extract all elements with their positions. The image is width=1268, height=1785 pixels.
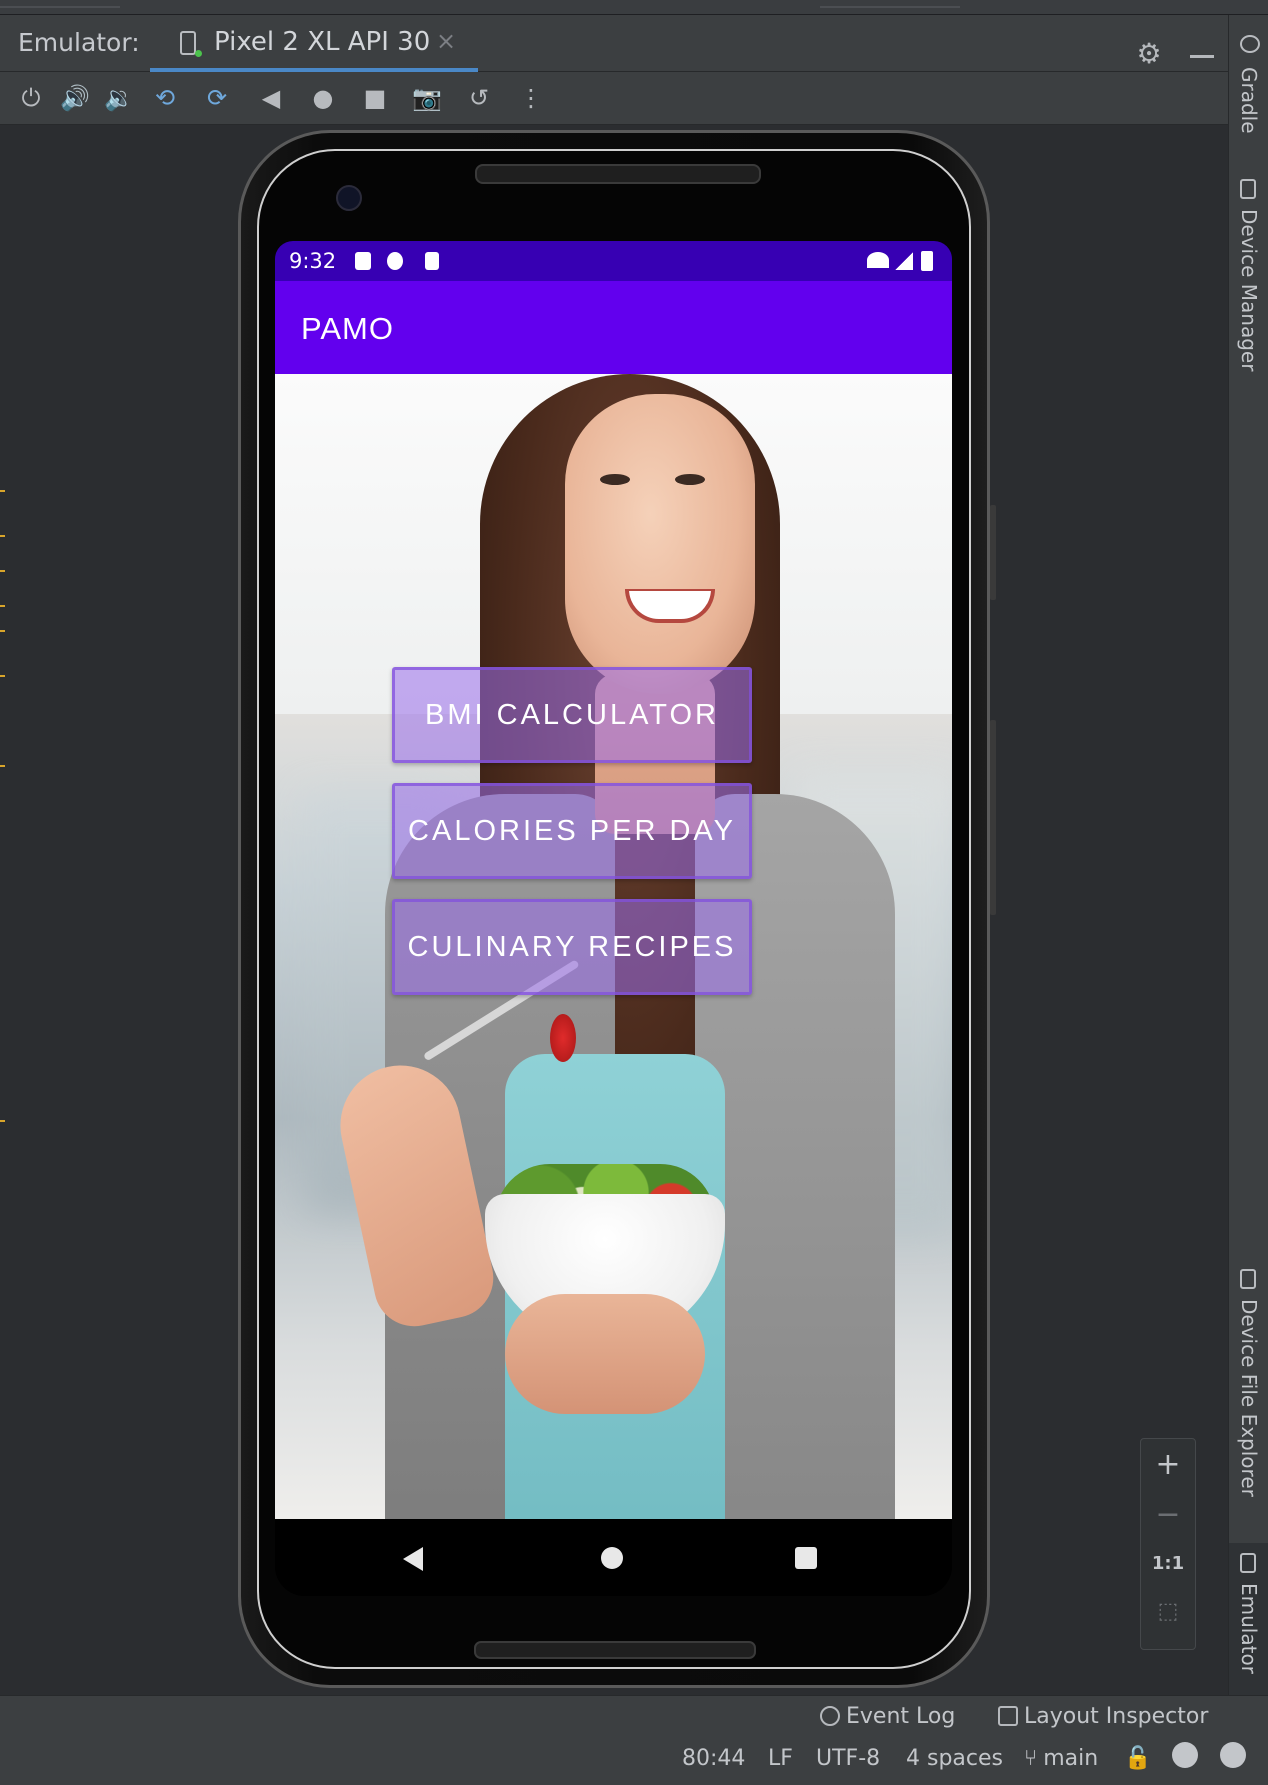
emulator-icon bbox=[1240, 1553, 1256, 1573]
more-icon[interactable]: ⋮ bbox=[516, 84, 546, 112]
git-branch[interactable]: ⑂ main bbox=[1024, 1746, 1098, 1771]
photo-tomato bbox=[550, 1014, 576, 1062]
rotate-right-icon[interactable]: ⟳ bbox=[202, 84, 232, 112]
power-icon[interactable]: ⏻ bbox=[16, 84, 46, 112]
layout-inspector-button[interactable]: Layout Inspector bbox=[998, 1704, 1208, 1729]
gutter-marker bbox=[0, 490, 5, 492]
close-tab-icon[interactable]: × bbox=[436, 27, 456, 55]
overview-icon[interactable]: ■ bbox=[360, 84, 390, 112]
volume-up-icon[interactable]: 🔊 bbox=[60, 84, 90, 112]
device-manager-tab[interactable]: Device Manager bbox=[1229, 175, 1268, 395]
nav-home-icon[interactable] bbox=[601, 1547, 623, 1569]
feedback-happy-icon[interactable] bbox=[1172, 1742, 1198, 1768]
editor-tab-fragment[interactable] bbox=[0, 0, 120, 8]
device-manager-label: Device Manager bbox=[1237, 209, 1261, 372]
gradle-tab-label: Gradle bbox=[1237, 67, 1261, 134]
zoom-controls: + − 1:1 ⬚ bbox=[1140, 1438, 1196, 1650]
emulator-toolbar: ⏻ 🔊 🔉 ⟲ ⟳ ◀ ● ■ 📷 ↺ ⋮ bbox=[0, 72, 1228, 125]
android-status-bar: 9:32 bbox=[275, 241, 952, 281]
emulator-panel-label: Emulator: bbox=[18, 28, 140, 57]
snapshot-icon[interactable]: ↺ bbox=[464, 84, 494, 112]
gutter-marker bbox=[0, 535, 5, 537]
git-branch-label: main bbox=[1043, 1746, 1099, 1771]
android-nav-bar bbox=[275, 1519, 952, 1596]
front-camera bbox=[336, 185, 362, 211]
photo-face bbox=[565, 394, 755, 694]
window-top-strip bbox=[0, 0, 1268, 15]
file-explorer-icon bbox=[1240, 1269, 1256, 1289]
branch-icon: ⑂ bbox=[1024, 1746, 1038, 1771]
battery-icon bbox=[921, 251, 933, 271]
layout-inspector-label: Layout Inspector bbox=[1024, 1704, 1209, 1729]
sd-card-icon bbox=[425, 252, 439, 270]
layout-inspector-icon bbox=[998, 1706, 1018, 1726]
gutter-marker bbox=[0, 605, 5, 607]
emulator-tab-bar: Emulator: Pixel 2 XL API 30 × ⚙ bbox=[0, 15, 1228, 72]
device-file-explorer-label: Device File Explorer bbox=[1237, 1299, 1261, 1497]
editor-tab-fragment[interactable] bbox=[820, 0, 960, 8]
volume-down-icon[interactable]: 🔉 bbox=[104, 84, 134, 112]
gutter-marker bbox=[0, 675, 5, 677]
photo-eye bbox=[675, 474, 705, 485]
feedback-sad-icon[interactable] bbox=[1220, 1742, 1246, 1768]
app-bar: PAMO bbox=[275, 281, 952, 374]
home-icon[interactable]: ● bbox=[308, 84, 338, 112]
bottom-speaker bbox=[474, 1641, 756, 1659]
zoom-fit-icon[interactable]: ⬚ bbox=[1141, 1599, 1195, 1624]
ide-status-bar: Event Log Layout Inspector 80:44 LF UTF-… bbox=[0, 1695, 1268, 1785]
gradle-tab[interactable]: Gradle bbox=[1229, 35, 1268, 145]
line-separator[interactable]: LF bbox=[768, 1746, 793, 1771]
gutter-marker bbox=[0, 630, 5, 632]
gradle-icon bbox=[1240, 35, 1260, 53]
culinary-recipes-button[interactable]: CULINARY RECIPES bbox=[392, 899, 752, 995]
emulator-tab-label: Emulator bbox=[1237, 1583, 1261, 1674]
calories-per-day-button[interactable]: CALORIES PER DAY bbox=[392, 783, 752, 879]
notification-p-icon bbox=[387, 252, 403, 270]
nav-back-icon[interactable] bbox=[403, 1547, 423, 1571]
emulator-tab[interactable]: Emulator bbox=[1229, 1543, 1268, 1703]
zoom-actual-size-button[interactable]: 1:1 bbox=[1141, 1553, 1195, 1574]
zoom-in-button[interactable]: + bbox=[1141, 1447, 1195, 1482]
event-log-label: Event Log bbox=[846, 1704, 956, 1729]
minimize-icon[interactable] bbox=[1190, 55, 1214, 58]
device-file-explorer-tab[interactable]: Device File Explorer bbox=[1229, 1265, 1268, 1515]
cell-signal-icon bbox=[895, 252, 913, 270]
app-title: PAMO bbox=[301, 311, 394, 346]
camera-icon[interactable]: 📷 bbox=[412, 84, 442, 112]
device-running-icon bbox=[180, 31, 202, 57]
right-tool-bar: Gradle Device Manager Device File Explor… bbox=[1228, 15, 1268, 1703]
gutter-marker bbox=[0, 765, 5, 767]
nav-recents-icon[interactable] bbox=[795, 1547, 817, 1569]
gear-icon[interactable]: ⚙ bbox=[1136, 40, 1162, 68]
gutter-marker bbox=[0, 570, 5, 572]
lock-icon[interactable]: 🔓 bbox=[1124, 1746, 1151, 1771]
status-time: 9:32 bbox=[289, 249, 337, 273]
photo-hand-holding-bowl bbox=[505, 1294, 705, 1414]
device-tab-title: Pixel 2 XL API 30 bbox=[214, 27, 431, 57]
event-log-button[interactable]: Event Log bbox=[820, 1704, 955, 1729]
gutter-marker bbox=[0, 1120, 5, 1122]
device-manager-icon bbox=[1240, 179, 1256, 199]
notification-a-icon bbox=[355, 252, 371, 270]
wifi-icon bbox=[867, 252, 889, 268]
zoom-out-button[interactable]: − bbox=[1141, 1497, 1195, 1532]
indent-setting[interactable]: 4 spaces bbox=[906, 1746, 1003, 1771]
power-side-button[interactable] bbox=[990, 505, 996, 600]
device-tab[interactable]: Pixel 2 XL API 30 × bbox=[150, 15, 478, 72]
back-icon[interactable]: ◀ bbox=[256, 84, 286, 112]
earpiece-speaker bbox=[475, 164, 761, 184]
file-encoding[interactable]: UTF-8 bbox=[816, 1746, 880, 1771]
event-log-icon bbox=[820, 1706, 840, 1726]
caret-position[interactable]: 80:44 bbox=[682, 1746, 745, 1771]
volume-side-button[interactable] bbox=[990, 720, 996, 915]
bmi-calculator-button[interactable]: BMI CALCULATOR bbox=[392, 667, 752, 763]
rotate-left-icon[interactable]: ⟲ bbox=[150, 84, 180, 112]
device-screen[interactable]: 9:32 PAMO BMI CALCULATOR CALORIES PER DA… bbox=[275, 241, 952, 1596]
photo-eye bbox=[600, 474, 630, 485]
